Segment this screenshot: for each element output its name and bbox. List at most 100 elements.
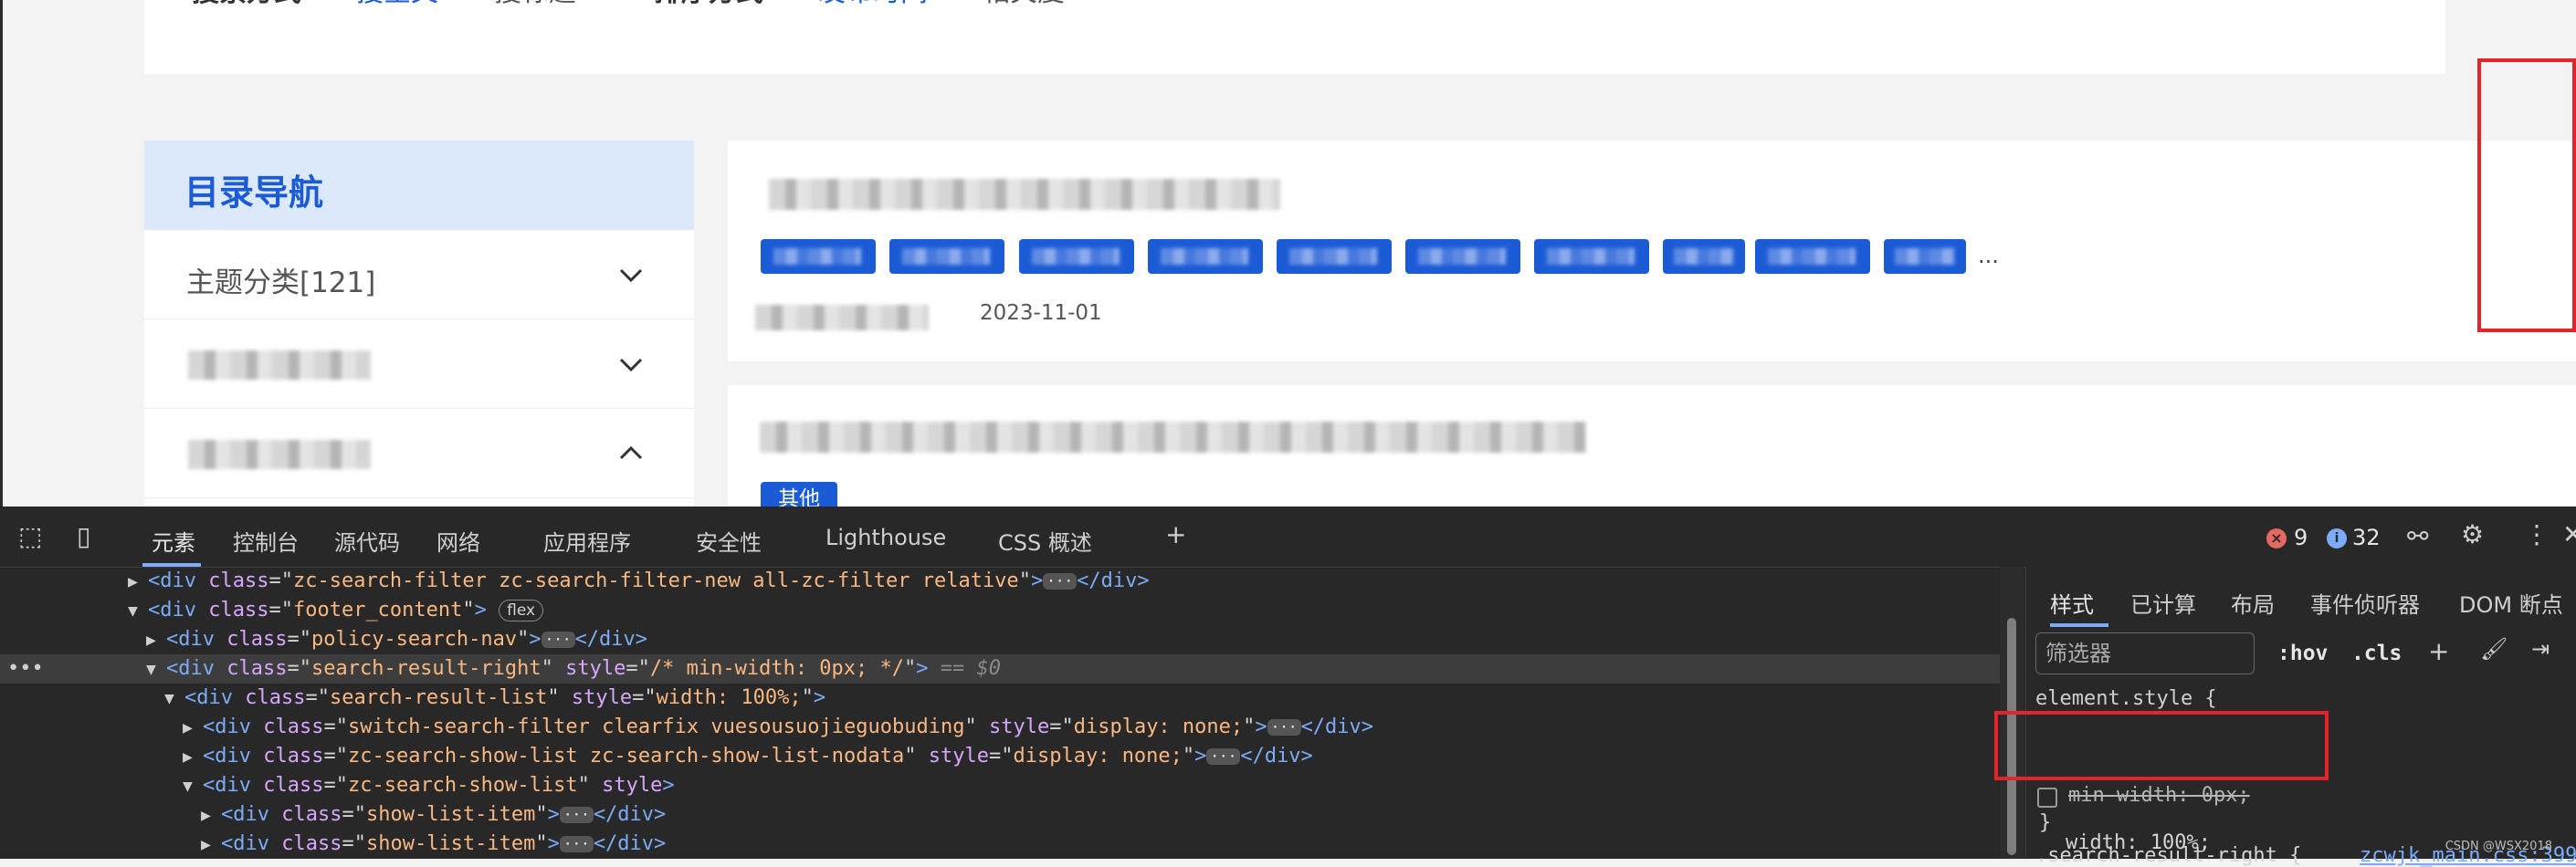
expand-triangle-icon[interactable]: ▶	[128, 568, 148, 597]
collapse-triangle-icon[interactable]: ▼	[183, 772, 203, 801]
dom-tree: ▶ <div class="zc-search-filter zc-search-…	[0, 567, 2000, 859]
tab-application[interactable]: 应用程序	[543, 525, 631, 557]
toggle-sidebar-icon[interactable]: ⇥	[2531, 636, 2550, 662]
result-tag[interactable]	[1884, 239, 1966, 274]
chevron-down-icon[interactable]	[619, 352, 643, 376]
node-menu-icon[interactable]: •••	[7, 654, 44, 684]
connections-icon[interactable]: ⚯	[2407, 521, 2428, 551]
paint-icon[interactable]: 🖌	[2480, 636, 2508, 662]
collapse-triangle-icon[interactable]: ▼	[164, 684, 184, 714]
min-width-declaration[interactable]: min-width: 0px;	[2068, 784, 2250, 807]
expand-triangle-icon[interactable]: ▶	[183, 743, 203, 772]
styles-filter-input[interactable]: 筛选器	[2035, 632, 2255, 674]
tab-dom-breakpoints[interactable]: DOM 断点	[2459, 587, 2563, 619]
new-rule-icon[interactable]: +	[2428, 636, 2449, 666]
search-mode-label: 搜索方式	[192, 0, 301, 9]
devtools-tabbar: ⬚ ▯ 元素 控制台 源代码 网络 应用程序 安全性 Lighthouse CS…	[0, 507, 2576, 568]
redacted-title	[769, 179, 1280, 210]
message-icon[interactable]: i	[2327, 528, 2347, 548]
tab-styles[interactable]: 样式	[2050, 587, 2094, 619]
nav-item-2[interactable]	[144, 319, 694, 409]
result-tag[interactable]	[1405, 239, 1520, 274]
catalog-nav-header: 目录导航	[144, 141, 694, 230]
close-icon[interactable]: ✕	[2562, 519, 2576, 549]
dom-node-line[interactable]: ▶ <div class="zc-search-show-list zc-sear…	[183, 742, 1313, 771]
result-tag[interactable]	[1755, 239, 1870, 274]
catalog-nav: 目录导航 主题分类[121]	[144, 141, 694, 507]
sort-label: 排序方式	[654, 0, 763, 9]
dom-node-line[interactable]: ▼ <div class="search-result-list" style="…	[164, 684, 825, 713]
sort-by-relevance[interactable]: 相关度	[983, 0, 1065, 9]
message-count[interactable]: 32	[2352, 525, 2381, 550]
ellipsis-icon[interactable]: ···	[541, 632, 575, 648]
ellipsis-icon[interactable]: ···	[559, 836, 594, 852]
tab-sources[interactable]: 源代码	[334, 525, 400, 557]
collapse-triangle-icon[interactable]: ▼	[128, 597, 148, 626]
result-tag[interactable]	[1534, 239, 1649, 274]
error-icon[interactable]: ×	[2266, 528, 2287, 548]
tab-computed[interactable]: 已计算	[2130, 587, 2196, 619]
hov-button[interactable]: :hov	[2277, 642, 2328, 665]
dom-node-line[interactable]: ▼ <div class="footer_content"> flex	[128, 596, 544, 626]
result-tag[interactable]	[761, 239, 876, 274]
dom-node-line[interactable]: ▼ <div class="zc-search-show-list" style>	[183, 771, 675, 800]
dom-node-line[interactable]: ▼ <div class="search-result-right" style=…	[0, 654, 2000, 684]
tab-lighthouse[interactable]: Lighthouse	[825, 525, 946, 550]
expand-triangle-icon[interactable]: ▶	[146, 626, 166, 655]
redacted-source	[755, 305, 929, 330]
nav-item-label: 主题分类[121]	[186, 266, 376, 299]
tab-network[interactable]: 网络	[436, 525, 480, 557]
dom-node-line[interactable]: ▶ <div class="show-list-item"> ··· </div>	[201, 830, 666, 859]
min-width-checkbox[interactable]	[2037, 788, 2057, 808]
nav-item-topic[interactable]: 主题分类[121]	[144, 230, 694, 319]
result-date: 2023-11-01	[980, 301, 1102, 325]
result-tag[interactable]	[1663, 239, 1745, 274]
tab-css-overview[interactable]: CSS 概述	[998, 525, 1092, 557]
cls-button[interactable]: .cls	[2351, 642, 2402, 665]
redacted-label	[188, 350, 371, 380]
ellipsis-icon[interactable]: ···	[1267, 719, 1301, 736]
dom-node-line[interactable]: ▶ <div class="zc-search-filter zc-search-…	[128, 567, 1150, 596]
sort-by-date[interactable]: 发布时间	[818, 0, 928, 9]
chevron-down-icon[interactable]	[619, 263, 643, 287]
web-page: 搜索方式 搜全文 搜标题 排序方式 发布时间 相关度 目录导航 主题分类[121…	[0, 0, 2576, 507]
search-mode-title[interactable]: 搜标题	[494, 0, 576, 9]
nav-item-3[interactable]	[144, 409, 694, 498]
collapse-triangle-icon[interactable]: ▼	[146, 655, 166, 684]
expand-triangle-icon[interactable]: ▶	[183, 714, 203, 743]
result-tag[interactable]	[1277, 239, 1392, 274]
more-options-icon[interactable]: ⋮	[2524, 519, 2550, 549]
tab-console[interactable]: 控制台	[233, 525, 299, 557]
ellipsis-icon[interactable]: ···	[1043, 573, 1078, 590]
add-tab-icon[interactable]: +	[1165, 519, 1186, 549]
expand-triangle-icon[interactable]: ▶	[201, 801, 221, 830]
dom-node-line[interactable]: ▶ <div class="switch-search-filter clearf…	[183, 713, 1373, 742]
search-mode-fulltext[interactable]: 搜全文	[356, 0, 438, 9]
ellipsis-icon[interactable]: ···	[1206, 748, 1241, 765]
tab-security[interactable]: 安全性	[696, 525, 762, 557]
gear-icon[interactable]: ⚙	[2461, 519, 2484, 549]
result-tag[interactable]	[889, 239, 1004, 274]
highlight-box	[2477, 58, 2576, 332]
ellipsis-icon[interactable]: ···	[559, 807, 594, 823]
error-count[interactable]: 9	[2294, 525, 2308, 550]
result-card[interactable]	[728, 141, 2576, 361]
dom-node-line[interactable]: ▶ <div class="policy-search-nav"> ··· </div…	[146, 625, 647, 654]
result-tag-other[interactable]: 其他	[761, 482, 837, 507]
result-card-2[interactable]	[728, 385, 2576, 507]
catalog-nav-title: 目录导航	[184, 172, 324, 213]
dom-node-line[interactable]: ▶ <div class="show-list-item"> ··· </div>	[201, 800, 666, 830]
tab-elements[interactable]: 元素	[152, 525, 195, 557]
element-style-selector: element.style {	[2035, 687, 2217, 710]
result-tag[interactable]	[1019, 239, 1134, 274]
inspect-element-icon[interactable]: ⬚	[18, 521, 42, 551]
expand-triangle-icon[interactable]: ▶	[201, 830, 221, 860]
device-toolbar-icon[interactable]: ▯	[77, 521, 90, 551]
result-tag[interactable]	[1148, 239, 1263, 274]
rule-declaration: width: 100%;	[2066, 831, 2211, 854]
tab-layout[interactable]: 布局	[2231, 587, 2275, 619]
chevron-up-icon[interactable]	[619, 442, 643, 465]
more-tags: ...	[1978, 243, 1999, 268]
tab-event-listeners[interactable]: 事件侦听器	[2310, 587, 2420, 619]
flex-badge[interactable]: flex	[499, 600, 544, 622]
